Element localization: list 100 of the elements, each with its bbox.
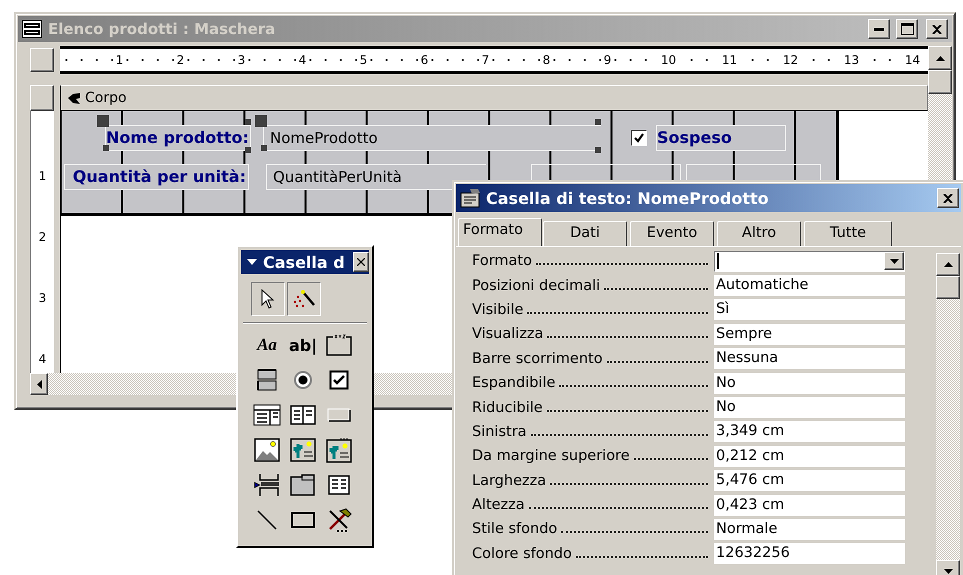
section-title: Corpo — [85, 90, 127, 106]
form-icon — [328, 475, 350, 495]
tool-button[interactable] — [251, 282, 285, 316]
section-bar[interactable]: Corpo — [60, 85, 928, 111]
close-icon — [932, 24, 942, 34]
sizing-handle[interactable] — [261, 145, 267, 151]
cactus-frame-icon — [326, 437, 352, 463]
tab[interactable]: Evento — [630, 221, 714, 246]
maximize-icon — [900, 23, 914, 35]
tab[interactable]: Tutte — [804, 221, 892, 246]
ruler-number: 11 — [718, 53, 740, 67]
property-label: Espandibile — [472, 375, 556, 392]
up-arrow-icon — [936, 56, 944, 60]
property-value[interactable]: Automatiche — [714, 275, 905, 296]
property-label: Visibile — [472, 302, 524, 318]
tab[interactable]: Altro — [717, 221, 801, 246]
scroll-up-button[interactable] — [936, 253, 960, 276]
sizing-handle[interactable] — [245, 147, 251, 153]
ruler-number: 14 — [902, 53, 924, 67]
property-label: Riducibile — [472, 400, 543, 416]
list-box-icon — [290, 405, 316, 425]
tool-button[interactable]: Aa — [249, 328, 285, 362]
text-box-control[interactable]: QuantitàPerUnità — [266, 164, 486, 190]
close-button[interactable] — [926, 19, 948, 39]
ruler-number: 12 — [780, 53, 802, 67]
property-value[interactable]: Sempre — [714, 324, 905, 345]
property-value[interactable]: 5,476 cm — [714, 470, 905, 492]
property-value[interactable]: Sì — [714, 299, 905, 320]
ruler-number: 4 — [38, 352, 46, 366]
rectangle-button-icon — [327, 408, 351, 422]
property-value[interactable]: 0,423 cm — [714, 494, 905, 516]
property-label: Colore sfondo — [472, 546, 572, 562]
close-icon — [357, 258, 365, 266]
text-box-control[interactable]: NomeProdotto — [263, 125, 601, 151]
scroll-up-button[interactable] — [928, 46, 952, 70]
checkbox[interactable] — [631, 130, 647, 146]
ruler-number: 2 — [38, 230, 46, 244]
minimize-icon — [874, 28, 884, 30]
field-label[interactable]: Nome prodotto: — [105, 125, 251, 151]
sizing-handle[interactable] — [255, 115, 267, 127]
window-title: Casella di testo: NomeProdotto — [486, 188, 770, 208]
scroll-thumb[interactable] — [928, 70, 952, 94]
up-arrow-icon — [944, 262, 952, 267]
tab[interactable]: Formato — [458, 218, 542, 246]
toolbox-title: Casella d — [263, 252, 346, 272]
property-label: Visualizza — [472, 326, 544, 342]
tab[interactable]: Dati — [543, 221, 627, 246]
left-arrow-icon — [36, 380, 42, 388]
section-selector[interactable] — [30, 85, 54, 111]
property-value[interactable]: 0,212 cm — [714, 446, 905, 467]
checkbox-icon — [329, 370, 349, 390]
property-label: Sinistra — [472, 424, 527, 440]
close-icon — [943, 194, 953, 202]
frame-icon — [326, 334, 352, 356]
radio-icon — [293, 370, 313, 390]
sizing-handle[interactable] — [103, 145, 109, 151]
dropdown-arrow-icon — [247, 259, 257, 265]
tool-button[interactable] — [287, 282, 321, 316]
property-value[interactable]: No — [714, 397, 905, 418]
line-icon — [257, 510, 277, 530]
sizing-handle[interactable] — [595, 119, 601, 125]
sizing-handle[interactable] — [595, 147, 601, 153]
scroll-thumb[interactable] — [936, 276, 960, 299]
property-label: Altezza — [472, 497, 525, 514]
close-button[interactable] — [937, 188, 959, 208]
dropdown-button[interactable] — [884, 252, 904, 270]
dropdown-field[interactable] — [714, 250, 905, 272]
tool-button[interactable]: ab| — [285, 328, 321, 362]
property-label: Formato — [472, 253, 532, 270]
combo-box-icon — [253, 404, 281, 426]
form-window-icon — [22, 20, 42, 38]
down-arrow-icon — [944, 569, 952, 574]
property-value[interactable]: No — [714, 372, 905, 394]
sizing-handle[interactable] — [245, 119, 251, 125]
minimize-button[interactable] — [868, 19, 890, 39]
cactus-icon — [290, 438, 316, 462]
magic-wand-icon — [292, 288, 316, 310]
window-title: Elenco prodotti : Maschera — [48, 20, 276, 38]
tab-icon — [290, 474, 316, 496]
select-form-box[interactable] — [30, 48, 54, 72]
property-value[interactable]: 12632256 — [714, 543, 905, 564]
arrow-cursor-icon — [261, 289, 275, 309]
property-value[interactable]: 3,349 cm — [714, 421, 905, 442]
sizing-handle[interactable] — [97, 115, 109, 127]
properties-icon — [460, 188, 482, 208]
ruler-number: 1 — [38, 168, 46, 182]
maximize-button[interactable] — [896, 19, 918, 39]
property-label: Larghezza — [472, 472, 546, 489]
field-label[interactable]: Sospeso — [656, 125, 786, 151]
property-value[interactable]: Nessuna — [714, 348, 905, 370]
field-label[interactable]: Quantità per unità: — [64, 164, 249, 190]
toggle-icon — [256, 368, 278, 392]
close-button[interactable] — [353, 252, 369, 272]
ruler-number: 10 — [658, 53, 680, 67]
property-value[interactable]: Normale — [714, 518, 905, 540]
property-label: Posizioni decimali — [472, 278, 600, 294]
property-label: Stile sfondo — [472, 521, 558, 538]
ruler-number: 3 — [38, 290, 46, 304]
scroll-left-button[interactable] — [30, 373, 48, 395]
landscape-icon — [254, 438, 280, 462]
